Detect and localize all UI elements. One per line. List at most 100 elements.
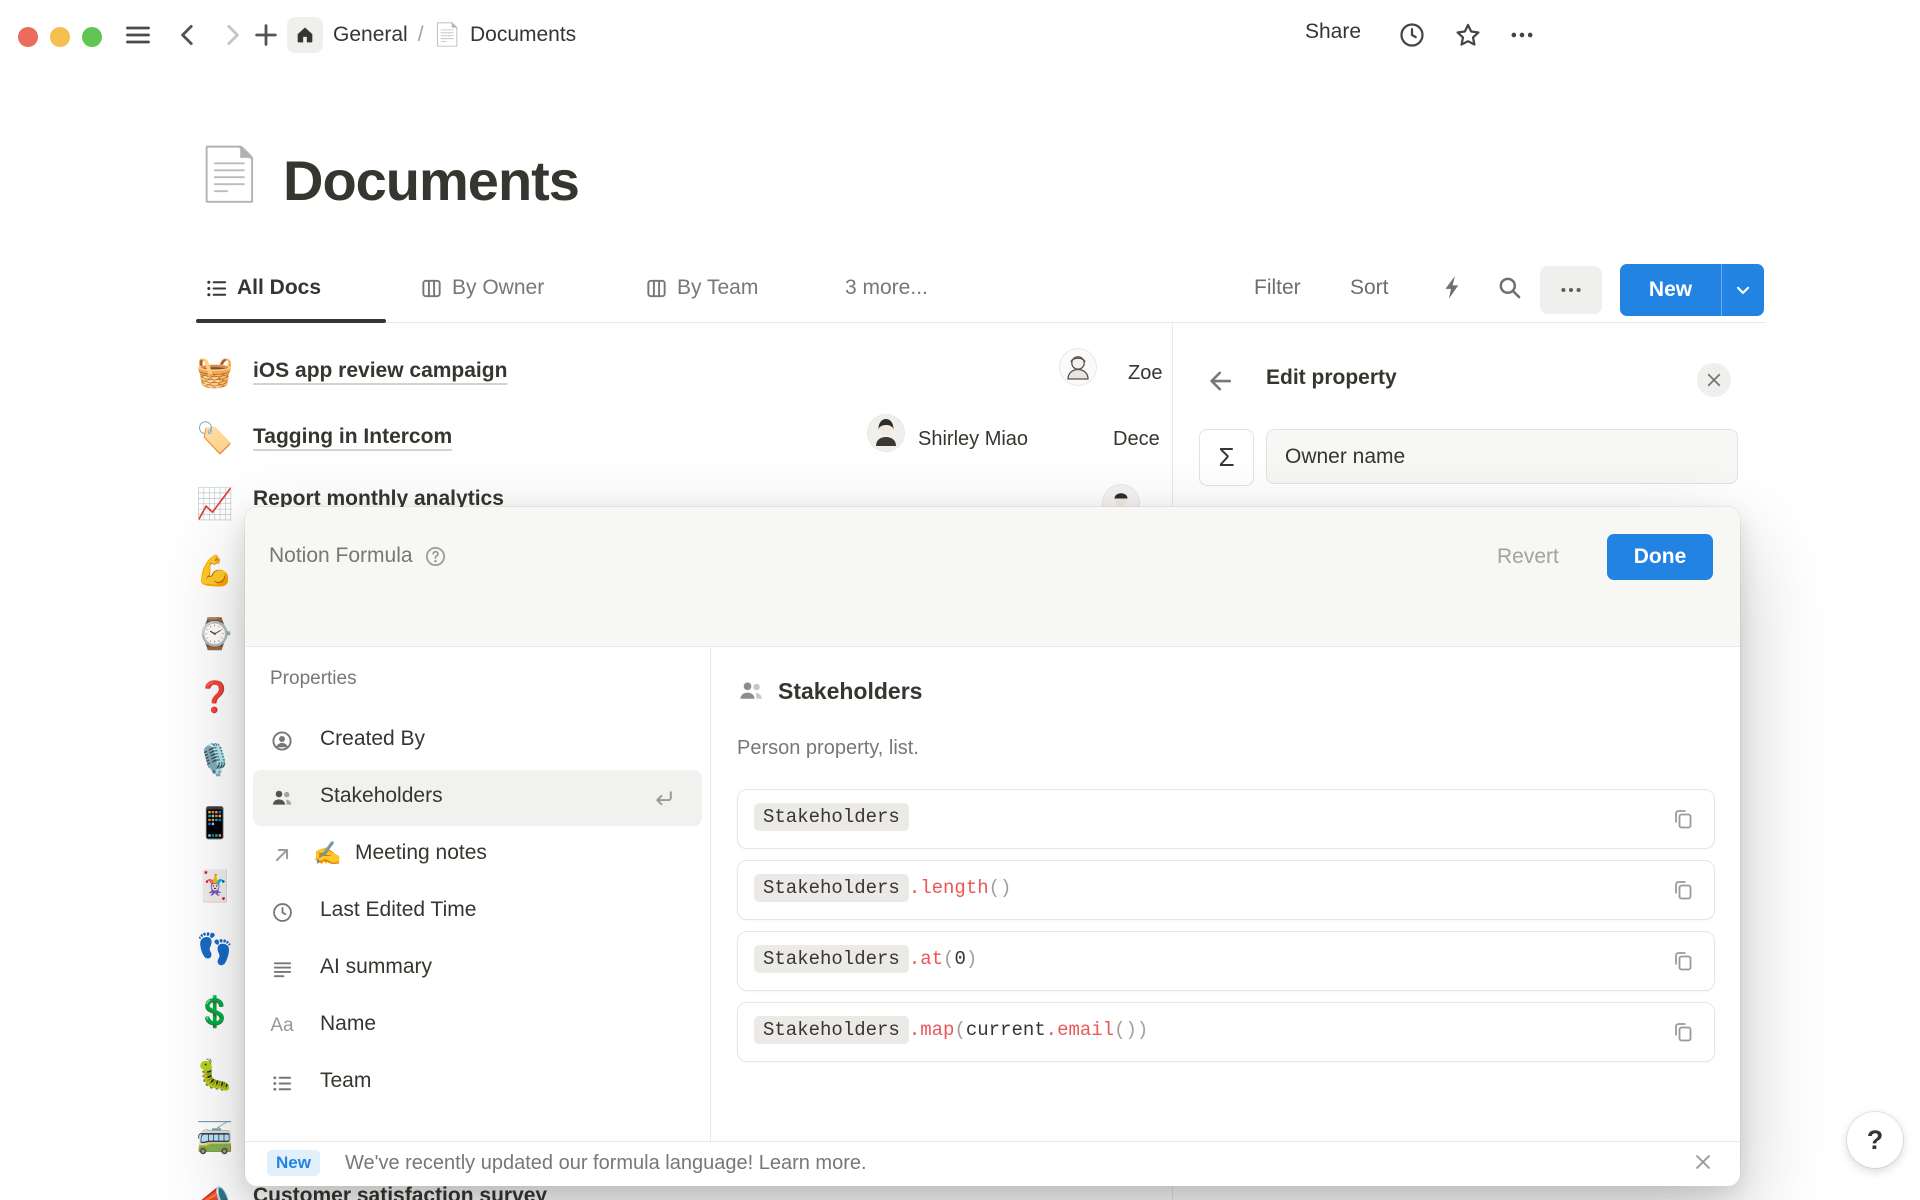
search-icon[interactable] bbox=[1496, 274, 1523, 301]
sort-button[interactable]: Sort bbox=[1350, 276, 1389, 300]
copy-icon[interactable] bbox=[1670, 877, 1696, 903]
active-tab-underline bbox=[196, 319, 386, 323]
banner-message[interactable]: We've recently updated our formula langu… bbox=[345, 1152, 867, 1175]
property-detail-header: Stakeholders bbox=[737, 677, 922, 705]
row-title[interactable]: Customer satisfaction survey bbox=[253, 1184, 547, 1200]
property-label: Name bbox=[320, 1012, 376, 1036]
formula-example-card[interactable]: Stakeholders.length() bbox=[737, 860, 1715, 920]
edit-property-title: Edit property bbox=[1266, 366, 1397, 390]
table-row[interactable]: 🏷️ Tagging in Intercom Shirley Miao Dece bbox=[0, 407, 1172, 473]
breadcrumb: General / 📄 Documents bbox=[333, 20, 576, 50]
tab-label: All Docs bbox=[237, 276, 321, 300]
property-type-button[interactable]: Σ bbox=[1199, 429, 1254, 486]
property-item-stakeholders[interactable]: Stakeholders bbox=[253, 770, 702, 826]
row-emoji: 📱 bbox=[196, 806, 230, 841]
copy-icon[interactable] bbox=[1670, 806, 1696, 832]
chevron-down-icon[interactable] bbox=[1722, 280, 1764, 300]
row-title[interactable]: Tagging in Intercom bbox=[253, 425, 452, 449]
close-icon[interactable] bbox=[1697, 363, 1731, 397]
help-circle-icon[interactable] bbox=[424, 545, 447, 568]
nav-back-icon[interactable] bbox=[172, 19, 204, 51]
formula-title: Notion Formula bbox=[269, 544, 413, 568]
formula-title-row: Notion Formula bbox=[269, 544, 447, 568]
title-aa-icon: Aa bbox=[270, 1014, 294, 1038]
row-emoji: 💪 bbox=[196, 554, 230, 589]
people-icon bbox=[270, 786, 294, 810]
more-options-icon[interactable] bbox=[1506, 19, 1538, 51]
property-label: Last Edited Time bbox=[320, 898, 476, 922]
tab-by-team[interactable]: By Team bbox=[645, 276, 758, 300]
banner-close-icon[interactable] bbox=[1692, 1151, 1714, 1173]
property-label: AI summary bbox=[320, 955, 432, 979]
formula-example-card[interactable]: Stakeholders bbox=[737, 789, 1715, 849]
property-item-team[interactable]: Team bbox=[253, 1055, 702, 1111]
breadcrumb-page[interactable]: Documents bbox=[470, 23, 576, 47]
back-arrow-icon[interactable] bbox=[1206, 366, 1236, 396]
row-emoji: 🧺 bbox=[196, 355, 233, 390]
formula-example-card[interactable]: Stakeholders.map(current.email()) bbox=[737, 1002, 1715, 1062]
row-emoji: 🚎 bbox=[196, 1121, 230, 1156]
avatar bbox=[868, 415, 904, 451]
traffic-light-minimize[interactable] bbox=[50, 27, 70, 47]
help-button[interactable]: ? bbox=[1847, 1112, 1903, 1168]
property-item-ai-summary[interactable]: AI summary bbox=[253, 941, 702, 997]
view-options-button[interactable] bbox=[1540, 266, 1602, 314]
formula-example-code: Stakeholders bbox=[754, 803, 909, 831]
tab-more-views[interactable]: 3 more... bbox=[845, 276, 928, 300]
property-item-last-edited-time[interactable]: Last Edited Time bbox=[253, 884, 702, 940]
sidebar-toggle-icon[interactable] bbox=[122, 19, 154, 51]
home-button[interactable] bbox=[287, 17, 323, 53]
automations-bolt-icon[interactable] bbox=[1440, 274, 1467, 301]
filter-button[interactable]: Filter bbox=[1254, 276, 1301, 300]
notion-window: General / 📄 Documents Share 📄 Documents … bbox=[0, 0, 1920, 1200]
property-token: Stakeholders bbox=[754, 874, 909, 902]
done-button[interactable]: Done bbox=[1607, 534, 1713, 580]
person-circle-icon bbox=[270, 729, 294, 753]
row-emoji: 📣 bbox=[194, 1184, 231, 1200]
favorite-star-icon[interactable] bbox=[1452, 19, 1484, 51]
property-token: Stakeholders bbox=[754, 803, 909, 831]
row-emoji: 🎙️ bbox=[196, 743, 230, 778]
row-owner: Zoe bbox=[1128, 362, 1162, 385]
row-emoji: 👣 bbox=[196, 932, 230, 967]
pane-divider bbox=[710, 647, 711, 1141]
traffic-light-zoom[interactable] bbox=[82, 27, 102, 47]
tab-by-owner[interactable]: By Owner bbox=[420, 276, 544, 300]
breadcrumb-divider: / bbox=[418, 23, 424, 47]
row-emoji: 🃏 bbox=[196, 869, 230, 904]
property-detail-title: Stakeholders bbox=[778, 678, 922, 705]
copy-icon[interactable] bbox=[1670, 948, 1696, 974]
share-button[interactable]: Share bbox=[1305, 20, 1361, 44]
formula-header[interactable]: Notion Formula Revert Done bbox=[245, 507, 1740, 647]
arrow-up-right-icon bbox=[270, 843, 294, 867]
tab-label: 3 more... bbox=[845, 276, 928, 300]
property-item-created-by[interactable]: Created By bbox=[253, 713, 702, 769]
property-item-meeting-notes[interactable]: ✍️ Meeting notes bbox=[253, 827, 702, 883]
row-emoji: 📈 bbox=[196, 487, 233, 522]
table-row[interactable]: 🧺 iOS app review campaign Zoe bbox=[0, 341, 1172, 407]
new-button[interactable]: New bbox=[1620, 264, 1764, 316]
updates-clock-icon[interactable] bbox=[1396, 19, 1428, 51]
text-lines-icon bbox=[270, 957, 294, 981]
formula-body: Properties Created By Stakeholders bbox=[245, 647, 1740, 1141]
traffic-light-close[interactable] bbox=[18, 27, 38, 47]
breadcrumb-section[interactable]: General bbox=[333, 23, 408, 47]
formula-example-card[interactable]: Stakeholders.at(0) bbox=[737, 931, 1715, 991]
property-token: Stakeholders bbox=[754, 1016, 909, 1044]
tab-all-docs[interactable]: All Docs bbox=[205, 276, 321, 300]
page-icon[interactable]: 📄 bbox=[197, 140, 262, 210]
property-name-input[interactable] bbox=[1266, 429, 1738, 484]
property-label: Created By bbox=[320, 727, 425, 751]
new-tab-icon[interactable] bbox=[250, 19, 282, 51]
people-icon bbox=[737, 677, 765, 705]
property-item-name[interactable]: Aa Name bbox=[253, 998, 702, 1054]
page-title[interactable]: Documents bbox=[283, 148, 579, 213]
copy-icon[interactable] bbox=[1670, 1019, 1696, 1045]
row-title[interactable]: iOS app review campaign bbox=[253, 359, 507, 383]
nav-forward-icon[interactable] bbox=[216, 19, 248, 51]
revert-button[interactable]: Revert bbox=[1497, 545, 1559, 569]
row-owner: Shirley Miao bbox=[918, 428, 1028, 451]
row-date: Dece bbox=[1113, 428, 1160, 451]
row-emoji: 🐛 bbox=[196, 1058, 230, 1093]
view-bar: All Docs By Owner By Team 3 more... Filt… bbox=[0, 262, 1920, 324]
